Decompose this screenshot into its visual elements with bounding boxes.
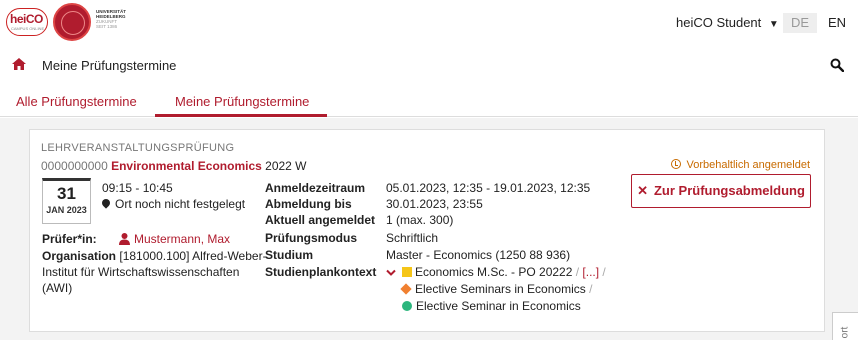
study-plan-level-2: Elective Seminars in Economics / <box>400 282 592 296</box>
exam-time: 09:15 - 10:45 <box>102 181 173 195</box>
home-icon[interactable] <box>12 58 26 70</box>
registered-count-value: 1 (max. 300) <box>386 213 454 227</box>
close-icon: ✕ <box>637 183 648 198</box>
registered-count-label: Aktuell angemeldet <box>265 213 376 227</box>
language-de-button[interactable]: DE <box>783 13 817 33</box>
course-link[interactable]: Environmental Economics <box>111 159 262 173</box>
exam-day: 31 <box>57 184 76 203</box>
course-number: 0000000000 <box>41 159 108 173</box>
tab-bar: Alle Prüfungstermine Meine Prüfungstermi… <box>0 84 858 117</box>
tab-my-exams[interactable]: Meine Prüfungstermine <box>175 94 309 109</box>
exam-mode-label: Prüfungsmodus <box>265 231 357 245</box>
exam-date-box: 31 JAN 2023 <box>42 178 91 224</box>
user-menu-label: heiCO Student <box>676 15 762 30</box>
caret-down-icon: ▼ <box>768 19 779 30</box>
exam-location: Ort noch nicht festgelegt <box>100 197 245 211</box>
side-feedback-tab[interactable]: ort <box>832 312 858 340</box>
square-icon <box>402 267 412 277</box>
examiner-label: Prüfer*in: <box>42 232 97 246</box>
deregistration-deadline-label: Abmeldung bis <box>265 197 352 211</box>
university-seal-logo <box>53 3 91 41</box>
deregister-button[interactable]: ✕ Zur Prüfungsabmeldung <box>631 174 811 208</box>
exam-kind: LEHRVERANSTALTUNGSPRÜFUNG <box>41 142 235 154</box>
organisation: Organisation [181000.100] Alfred-Weber-I… <box>42 248 267 296</box>
heico-logo[interactable]: heiCO CAMPUS ONLINE <box>6 8 48 36</box>
map-pin-icon <box>100 197 112 209</box>
exam-card: LEHRVERANSTALTUNGSPRÜFUNG 0000000000 Env… <box>29 129 825 332</box>
circle-icon <box>402 301 412 311</box>
examiner-name-link[interactable]: Mustermann, Max <box>134 232 230 246</box>
chevron-down-icon[interactable] <box>386 269 396 277</box>
organisation-label: Organisation <box>42 249 117 263</box>
logo-text: heiCO <box>10 12 43 26</box>
language-en-button[interactable]: EN <box>828 13 846 33</box>
deregistration-deadline-value: 30.01.2023, 23:55 <box>386 197 483 211</box>
study-value: Master - Economics (1250 88 936) <box>386 248 571 262</box>
study-plan-level-3: Elective Seminar in Economics <box>402 299 581 313</box>
expand-path-link[interactable]: [...] <box>582 265 599 279</box>
search-icon[interactable] <box>830 58 844 72</box>
registration-status: Vorbehaltlich angemeldet <box>671 159 810 171</box>
top-bar: heiCO CAMPUS ONLINE UNIVERSITÄT HEIDELBE… <box>0 0 858 46</box>
user-menu[interactable]: heiCO Student ▼ <box>676 15 779 30</box>
user-icon <box>119 233 130 245</box>
study-plan-level-1: Economics M.Sc. - PO 20222 / [...] / <box>396 265 606 279</box>
page-title: Meine Prüfungstermine <box>42 58 177 73</box>
registration-period-value: 05.01.2023, 12:35 - 19.01.2023, 12:35 <box>386 181 591 195</box>
title-bar: Meine Prüfungstermine <box>0 46 858 84</box>
exam-mode-value: Schriftlich <box>386 231 439 245</box>
study-plan-context-label: Studienplankontext <box>265 265 377 279</box>
study-label: Studium <box>265 248 313 262</box>
exam-title-line: 0000000000 Environmental Economics 2022 … <box>41 159 307 173</box>
registration-period-label: Anmeldezeitraum <box>265 181 366 195</box>
active-tab-indicator <box>155 114 327 117</box>
clock-icon <box>671 159 682 169</box>
exam-month: JAN 2023 <box>46 205 87 215</box>
semester: 2022 W <box>265 159 307 173</box>
logo-subtext: CAMPUS ONLINE <box>11 26 45 31</box>
university-name: UNIVERSITÄT HEIDELBERG ZUKUNFT SEIT 1386 <box>96 9 127 29</box>
diamond-icon <box>400 283 412 295</box>
tab-all-exams[interactable]: Alle Prüfungstermine <box>16 94 137 109</box>
